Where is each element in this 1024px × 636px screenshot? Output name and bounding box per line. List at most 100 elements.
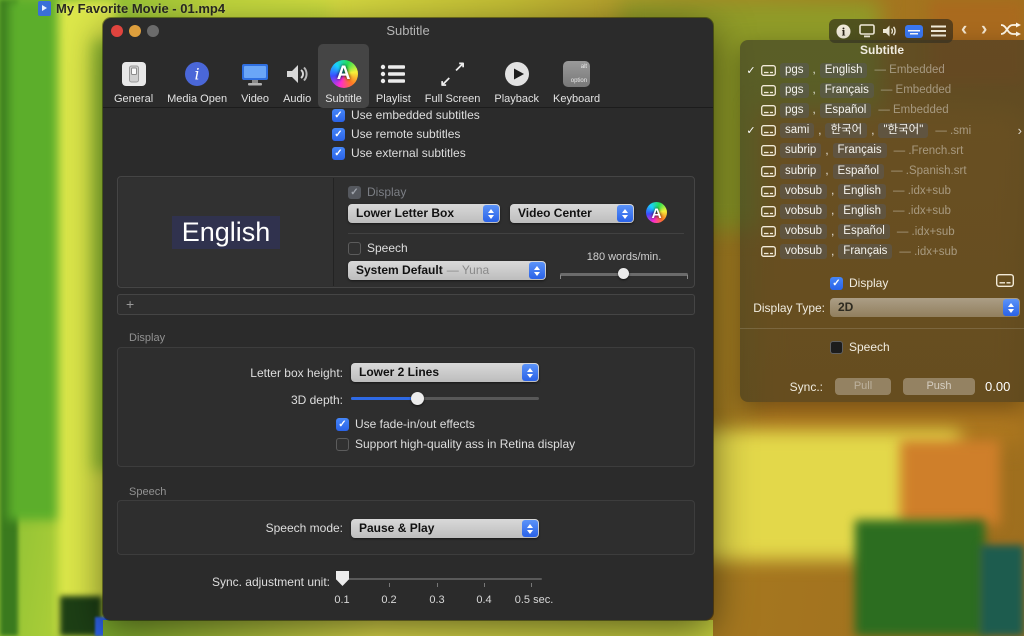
stepper-icon [1003,299,1019,316]
subtitle-display-icon[interactable] [996,274,1014,292]
divider [740,328,1024,329]
track-row[interactable]: vobsub, English — .idx+sub [740,181,1024,201]
track-row[interactable]: vobsub, English — .idx+sub [740,201,1024,221]
tab-media-open[interactable]: i Media Open [160,44,234,108]
sync-unit-slider[interactable] [336,570,576,596]
use-external-subtitles-checkbox[interactable]: ✓ Use external subtitles [332,146,466,160]
divider [348,233,684,234]
previous-track-icon[interactable]: ‹ [961,18,967,42]
track-row[interactable]: subrip, Español — .Spanish.srt [740,161,1024,181]
speech-mode-dropdown[interactable]: Pause & Play [351,519,539,538]
checkbox[interactable]: ✓ [332,128,345,141]
slider-knob[interactable] [618,268,629,279]
retina-ass-checkbox[interactable]: Support high-quality ass in Retina displ… [336,437,575,451]
speech-rate-slider[interactable] [560,267,688,281]
titlebar[interactable]: Subtitle [103,18,713,40]
slider-knob[interactable] [411,392,424,405]
shuffle-icon[interactable] [1000,22,1024,42]
checkbox[interactable] [336,438,349,451]
hud-speech-checkbox[interactable]: Speech [830,340,890,354]
track-row[interactable]: ✓ sami, 한국어, "한국어" — .smi › [740,121,1024,141]
volume-icon[interactable] [882,24,898,38]
sync-label: Sync.: [740,380,823,394]
subtitle-track-icon [761,85,776,96]
track-row[interactable]: subrip, Français — .French.srt [740,141,1024,161]
general-icon [121,58,147,90]
playlist-panel-icon[interactable] [931,25,946,37]
slider-track[interactable] [336,578,542,580]
checkbox[interactable]: ✓ [332,109,345,122]
horizontal-position-dropdown[interactable]: Video Center [510,204,634,223]
subtitle-track-icon [761,226,776,237]
speech-section-box: Speech mode: Pause & Play [117,500,695,555]
depth-label: 3D depth: [118,393,343,407]
subtitle-panel-icon[interactable] [905,25,923,38]
tab-general[interactable]: General [107,44,160,108]
display-type-dropdown[interactable]: 2D [830,298,1020,317]
sync-push-button[interactable]: Push [903,378,975,395]
tab-video[interactable]: Video [234,44,276,108]
voice-dropdown[interactable]: System Default— Yuna [348,261,546,280]
subtitle-track-icon [761,105,776,116]
checkbox[interactable]: ✓ [332,147,345,160]
track-row[interactable]: vobsub, Español — .idx+sub [740,222,1024,242]
use-embedded-subtitles-checkbox[interactable]: ✓ Use embedded subtitles [332,108,480,122]
tab-subtitle[interactable]: A Subtitle [318,44,369,108]
subtitle-preview-box: English ✓ Display Lower Letter Box Video… [117,176,695,288]
preview-display-checkbox[interactable]: ✓ Display [348,185,406,199]
subtitle-track-icon [761,125,776,136]
svg-text:i: i [842,27,846,38]
use-remote-subtitles-checkbox[interactable]: ✓ Use remote subtitles [332,127,460,141]
audio-speaker-icon [284,58,310,90]
slider-knob[interactable] [336,571,349,586]
next-track-icon[interactable]: › [981,18,987,42]
slider-fill [351,397,417,400]
window-title: Subtitle [103,23,713,38]
hud-display-checkbox[interactable]: ✓ Display [830,276,888,290]
tab-playback[interactable]: Playback [487,44,546,108]
fade-effects-checkbox[interactable]: ✓ Use fade-in/out effects [336,417,475,431]
tab-keyboard[interactable]: altoption Keyboard [546,44,607,108]
display-device-icon[interactable] [859,24,875,38]
tab-playlist[interactable]: Playlist [369,44,418,108]
preview-speech-checkbox[interactable]: Speech [348,241,408,255]
checkbox[interactable]: ✓ [348,186,361,199]
sync-unit-tick-labels: 0.1 0.2 0.3 0.4 0.5 sec. [336,594,656,608]
checkbox[interactable]: ✓ [336,418,349,431]
letterbox-height-dropdown[interactable]: Lower 2 Lines [351,363,539,382]
subtitle-track-icon [761,65,776,76]
subtitle-track-list: ✓ pgs, English — Embedded pgs, Français … [740,60,1024,262]
speech-mode-label: Speech mode: [118,521,343,535]
stepper-icon [617,205,633,222]
subtitle-preview-pane: English [119,178,334,286]
movie-window-title: My Favorite Movie - 01.mp4 [38,1,225,16]
preferences-toolbar: General i Media Open Video Audio A Subti… [103,40,713,108]
display-type-label: Display Type: [740,301,825,315]
tab-full-screen[interactable]: ↗↙ Full Screen [418,44,488,108]
movie-title-text: My Favorite Movie - 01.mp4 [56,1,225,16]
depth-slider[interactable] [351,390,539,406]
checkbox[interactable] [348,242,361,255]
sync-pull-button[interactable]: Pull [835,378,891,395]
track-row[interactable]: ✓ pgs, English — Embedded [740,60,1024,80]
subtitle-style-list-row[interactable]: + [117,294,695,315]
checkbox[interactable] [830,341,843,354]
track-row[interactable]: pgs, Français — Embedded [740,80,1024,100]
video-monitor-icon [241,58,269,90]
checkbox[interactable]: ✓ [830,277,843,290]
sync-unit-label: Sync. adjustment unit: [103,575,330,589]
chevron-right-icon[interactable]: › [1018,123,1022,138]
font-style-icon[interactable]: A [646,202,667,223]
stepper-icon [522,364,538,381]
keyboard-option-key-icon: altoption [563,58,590,90]
subtitle-hud-panel: Subtitle ✓ pgs, English — Embedded pgs, … [740,40,1024,402]
add-style-button[interactable]: + [126,296,134,312]
svg-text:i: i [195,65,200,84]
stepper-icon [522,520,538,537]
info-icon[interactable]: i [836,24,851,39]
track-row[interactable]: pgs, Español — Embedded [740,100,1024,120]
track-row[interactable]: vobsub, Français — .idx+sub [740,242,1024,262]
tab-audio[interactable]: Audio [276,44,318,108]
subtitle-track-icon [761,246,776,257]
vertical-position-dropdown[interactable]: Lower Letter Box [348,204,500,223]
